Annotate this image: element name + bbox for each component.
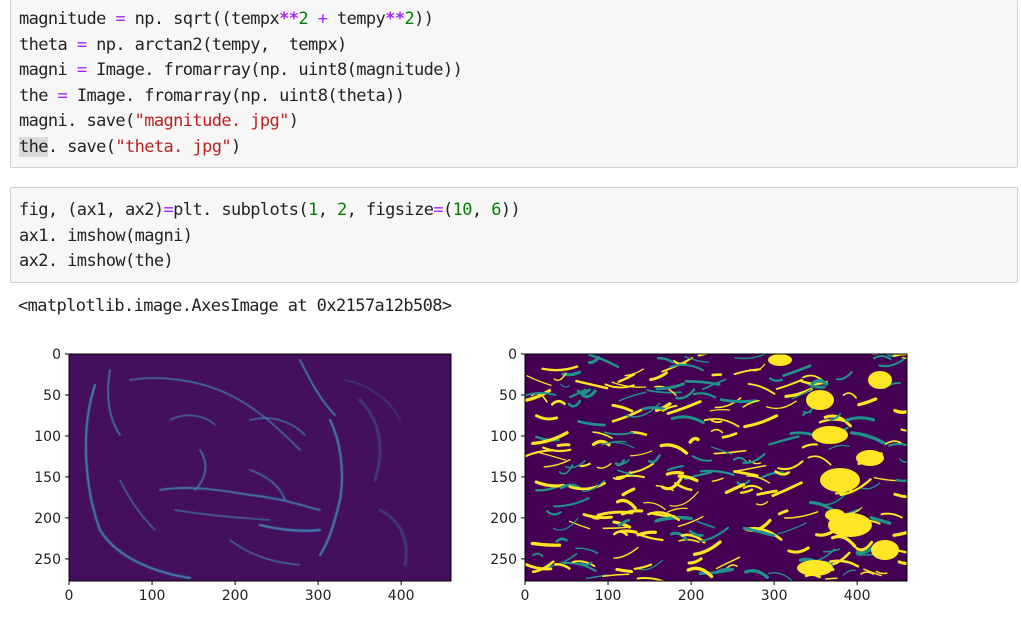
theta-stroke (665, 470, 685, 476)
theta-blob (871, 540, 899, 560)
code-token: magni (19, 60, 77, 80)
code-token: magnitude (19, 9, 116, 29)
theta-blob (868, 371, 892, 389)
theta-stroke (872, 354, 881, 355)
y-tick-label: 0 (508, 347, 517, 363)
theta-blob (768, 354, 792, 366)
code-token: np. arctan2(tempy, tempx) (86, 34, 347, 55)
code-token: 1 (308, 200, 318, 220)
code-token: plt. subplots( (173, 200, 309, 220)
code-token: Image. fromarray(np. uint8(magnitude)) (86, 60, 463, 80)
code-token: , (471, 200, 492, 220)
code-token: ** (385, 9, 405, 29)
code-token: the (19, 85, 58, 106)
code-token: 6 (491, 200, 501, 220)
code-token: np. sqrt((tempx (125, 9, 280, 29)
y-tick-label: 250 (34, 552, 61, 568)
code-token: )) (414, 9, 434, 29)
code-token: 2 (336, 200, 347, 220)
code-token: tempy (327, 9, 386, 29)
code-token: "theta. jpg" (115, 136, 231, 157)
code-token: 2 (298, 9, 309, 29)
code-token: = (433, 200, 443, 220)
code-token: ** (279, 9, 299, 29)
x-tick-label: 300 (761, 588, 788, 604)
code-line: theta = np. arctan2(tempy, tempx) (19, 33, 347, 58)
code-token: , figsize (346, 200, 434, 220)
theta-stroke (897, 560, 907, 566)
code-token: 10 (452, 200, 473, 220)
code-line: the. save("theta. jpg") (19, 135, 241, 160)
x-tick-label: 0 (65, 588, 74, 604)
code-line: magni = Image. fromarray(np. uint8(magni… (19, 58, 463, 83)
code-token: 2 (404, 9, 415, 29)
x-tick-label: 100 (139, 588, 166, 604)
y-tick-label: 100 (490, 429, 517, 445)
y-tick-label: 50 (499, 388, 517, 404)
code-cell-1[interactable]: magnitude = np. sqrt((tempx**2 + tempy**… (10, 0, 1018, 168)
code-token: ) (230, 136, 241, 157)
theta-blob (825, 509, 845, 521)
cell-output-text: <matplotlib.image.AxesImage at 0x2157a12… (18, 296, 452, 316)
code-token: = (76, 34, 87, 55)
theta-blob (820, 468, 860, 492)
code-token: = (115, 9, 125, 29)
x-tick-label: 400 (844, 588, 871, 604)
x-tick-label: 200 (222, 588, 249, 604)
x-tick-label: 0 (521, 588, 530, 604)
code-line: the = Image. fromarray(np. uint8(theta)) (19, 84, 405, 109)
code-token: , (317, 200, 337, 220)
code-token: = (76, 60, 87, 80)
y-tick-label: 150 (490, 470, 517, 486)
code-line: ax2. imshow(the) (19, 249, 174, 274)
theta-stroke (530, 541, 562, 547)
code-line: ax1. imshow(magni) (19, 224, 193, 249)
theta-blob (856, 450, 884, 466)
theta-blob (797, 560, 833, 576)
theta-blob (812, 426, 848, 444)
code-token: "magnitude. jpg" (134, 111, 290, 131)
y-tick-label: 200 (34, 511, 61, 527)
code-token: magni. save( (19, 111, 135, 131)
code-token: ax2. imshow(the) (19, 251, 174, 271)
figure-output: 0 50 100 150 200 250 0 100 200 300 400 0 50 100 150 20… (34, 347, 908, 604)
code-token: + (317, 9, 328, 29)
theta-blob (806, 390, 834, 410)
y-tick-label: 0 (52, 347, 61, 363)
code-token: Image. fromarray(np. uint8(theta)) (67, 85, 405, 106)
code-line: magni. save("magnitude. jpg") (19, 109, 299, 134)
code-token: the (19, 136, 49, 157)
code-token: . save( (47, 136, 116, 157)
y-tick-label: 150 (34, 470, 61, 486)
code-token: ax1. imshow(magni) (19, 225, 193, 246)
theta-image (524, 353, 908, 582)
magnitude-image (68, 353, 452, 582)
code-token: theta (19, 34, 77, 55)
code-token: = (163, 200, 174, 220)
x-tick-label: 200 (678, 588, 705, 604)
code-line: fig, (ax1, ax2)=plt. subplots(1, 2, figs… (19, 198, 521, 223)
code-cell-2[interactable]: fig, (ax1, ax2)=plt. subplots(1, 2, figs… (10, 187, 1018, 283)
y-tick-label: 100 (34, 429, 61, 445)
x-tick-label: 300 (305, 588, 332, 604)
theta-stroke (711, 373, 722, 377)
y-tick-label: 200 (490, 511, 517, 527)
x-tick-label: 100 (595, 588, 622, 604)
code-token: fig, (ax1, ax2) (19, 200, 164, 220)
code-token: ( (442, 200, 453, 220)
y-tick-label: 50 (43, 388, 61, 404)
code-token: = (57, 85, 68, 106)
theta-stroke (556, 443, 571, 448)
theta-stroke (825, 577, 838, 580)
code-line: magnitude = np. sqrt((tempx**2 + tempy**… (19, 7, 434, 32)
code-token: )) (500, 200, 521, 220)
y-tick-label: 250 (490, 552, 517, 568)
x-tick-label: 400 (388, 588, 415, 604)
code-token: ) (288, 111, 299, 131)
